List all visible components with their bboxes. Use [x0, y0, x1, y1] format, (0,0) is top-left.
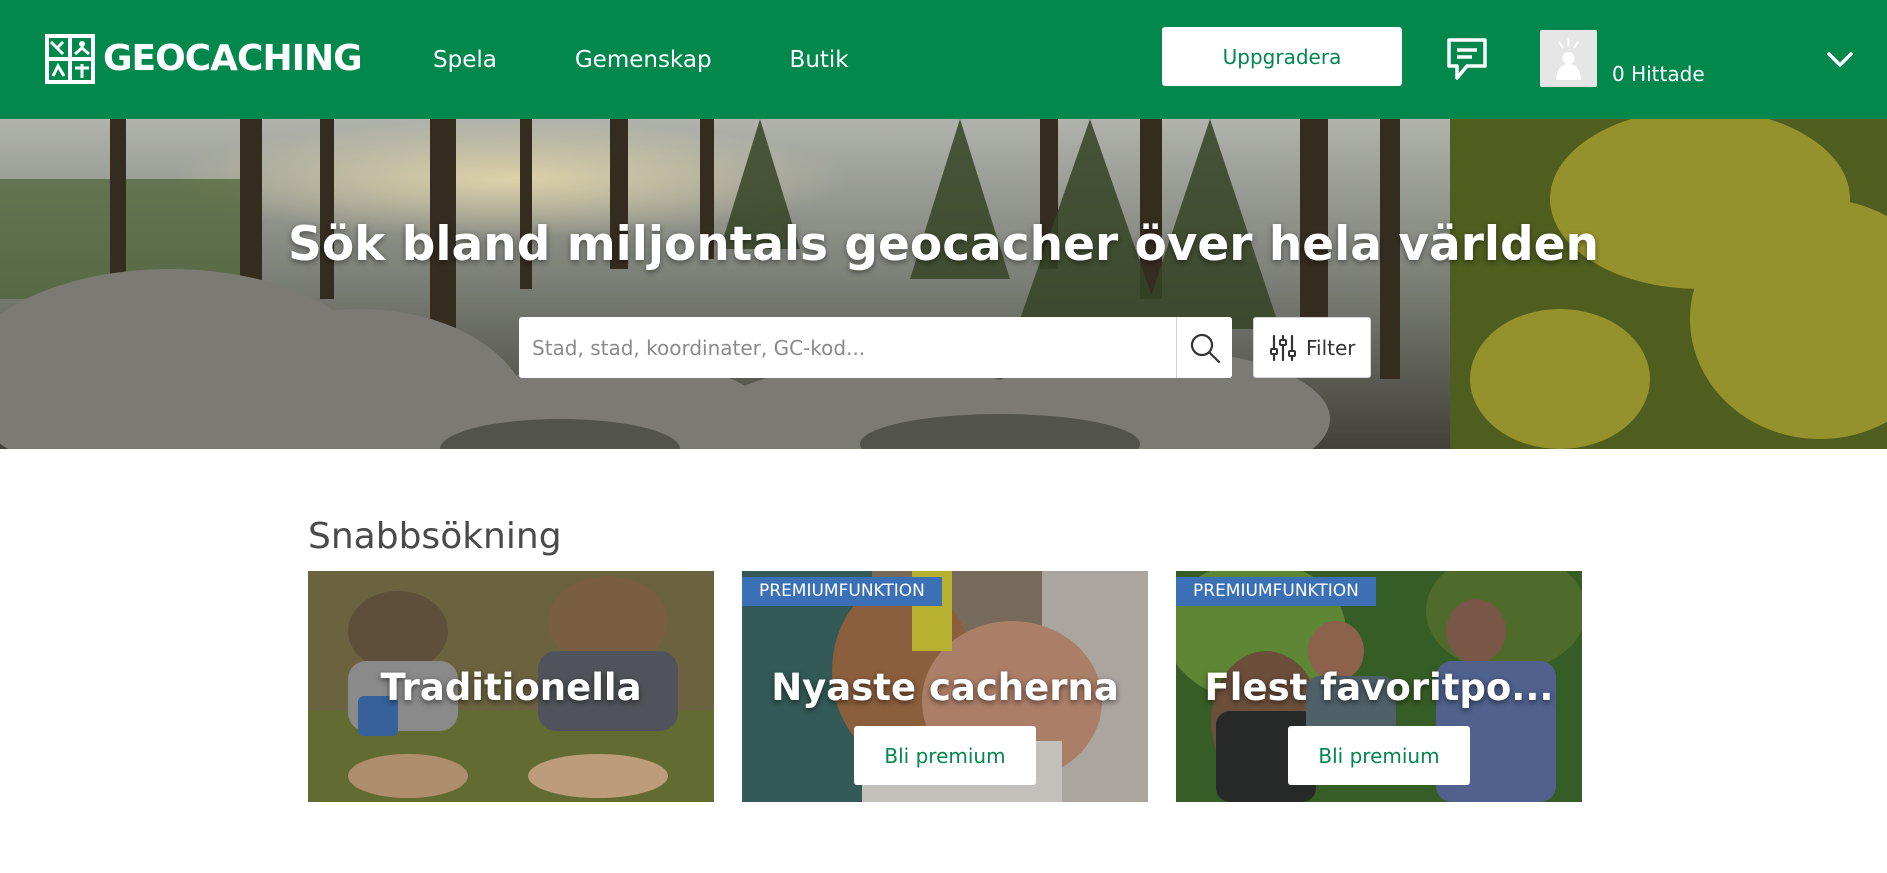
nav-item-spela[interactable]: Spela	[433, 38, 497, 82]
quick-search-card-newest[interactable]: PREMIUMFUNKTION Nyaste cacherna Bli prem…	[742, 571, 1148, 802]
logo-wordmark: GEOCACHING	[103, 38, 363, 79]
search-button[interactable]	[1176, 317, 1232, 378]
card-title: Flest favoritpo...	[1204, 666, 1554, 709]
filter-label: Filter	[1306, 335, 1356, 360]
logo-icon	[45, 34, 95, 84]
avatar[interactable]	[1540, 30, 1597, 87]
sliders-icon	[1270, 334, 1296, 361]
geocaching-logo[interactable]: GEOCACHING	[45, 34, 363, 84]
become-premium-button[interactable]: Bli premium	[1288, 726, 1470, 785]
search-bar	[519, 317, 1232, 378]
nav-item-butik[interactable]: Butik	[790, 38, 849, 82]
avatar-icon	[1540, 30, 1597, 87]
filter-button[interactable]: Filter	[1253, 317, 1371, 378]
chevron-down-icon[interactable]	[1825, 44, 1855, 74]
hero-title: Sök bland miljontals geocacher över hela…	[288, 217, 1599, 272]
upgrade-button[interactable]: Uppgradera	[1162, 27, 1402, 86]
quick-search-title: Snabbsökning	[308, 516, 562, 557]
top-navigation-bar: GEOCACHING Spela Gemenskap Butik Uppgrad…	[0, 0, 1887, 119]
premium-badge: PREMIUMFUNKTION	[1176, 577, 1376, 606]
main-nav: Spela Gemenskap Butik	[433, 38, 927, 82]
nav-item-gemenskap[interactable]: Gemenskap	[575, 38, 712, 82]
become-premium-button[interactable]: Bli premium	[854, 726, 1036, 785]
premium-badge: PREMIUMFUNKTION	[742, 577, 942, 606]
card-title: Nyaste cacherna	[771, 666, 1119, 709]
message-icon[interactable]	[1445, 36, 1489, 82]
quick-search-card-traditional[interactable]: Traditionella	[308, 571, 714, 802]
quick-search-card-favorites[interactable]: PREMIUMFUNKTION Flest favoritpo... Bli p…	[1176, 571, 1582, 802]
forest-background-image	[0, 119, 1887, 449]
card-title: Traditionella	[380, 666, 642, 709]
search-input[interactable]	[519, 317, 1176, 378]
search-icon	[1190, 333, 1220, 363]
hero-banner: Sök bland miljontals geocacher över hela…	[0, 119, 1887, 449]
finds-count[interactable]: 0 Hittade	[1612, 60, 1705, 88]
